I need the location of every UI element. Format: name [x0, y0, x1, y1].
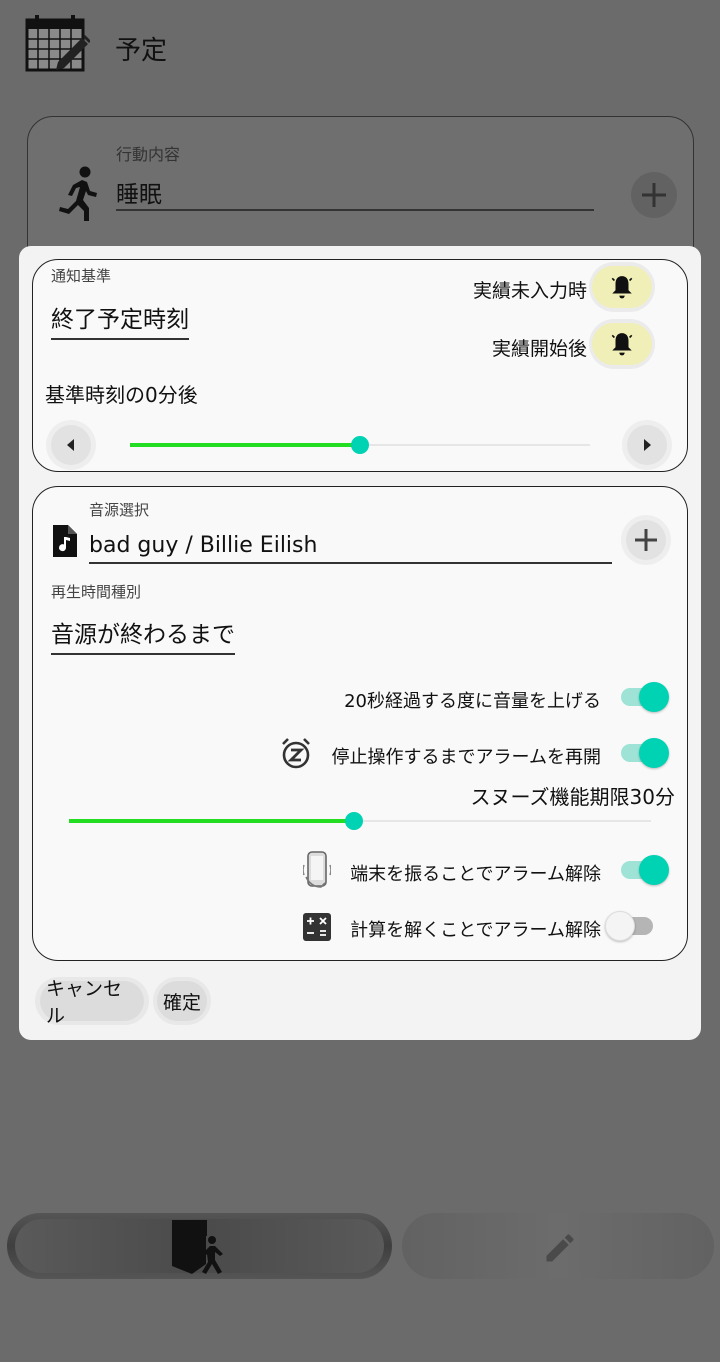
plus-icon [635, 529, 657, 551]
sound-source-select[interactable]: bad guy / Billie Eilish [89, 533, 612, 564]
offset-slider-fill [130, 443, 360, 447]
add-activity-button[interactable] [631, 172, 677, 218]
calc-toggle[interactable] [605, 909, 657, 943]
notify-card: 通知基準 終了予定時刻 実績未入力時 実績開始後 基準時刻の0分後 [32, 259, 688, 472]
offset-slider[interactable] [130, 435, 590, 455]
add-sound-button[interactable] [621, 515, 671, 565]
offset-slider-thumb[interactable] [351, 436, 369, 454]
activity-value[interactable]: 睡眠 [116, 175, 162, 209]
notify-basis-label: 通知基準 [51, 267, 112, 285]
alarm-dialog: 通知基準 終了予定時刻 実績未入力時 実績開始後 基準時刻の0分後 音源選択 b… [19, 246, 701, 1040]
bell-label-no-record: 実績未入力時 [472, 280, 587, 302]
offset-increase-button[interactable] [622, 420, 672, 470]
music-file-icon [53, 525, 77, 557]
snooze-alarm-icon [282, 738, 310, 769]
shake-phone-icon [303, 851, 331, 888]
snooze-label: 停止操作するまでアラームを再開 [331, 747, 601, 768]
snooze-limit-text: スヌーズ機能期限30分 [470, 785, 675, 809]
app-header: 予定 [0, 0, 720, 92]
activity-underline [116, 209, 594, 211]
exit-door-icon [172, 1220, 223, 1274]
calendar-edit-icon [25, 15, 90, 72]
confirm-button[interactable]: 確定 [153, 977, 211, 1025]
plus-icon [642, 183, 666, 207]
bell-toggle-no-record[interactable] [589, 262, 655, 312]
confirm-button-label: 確定 [157, 981, 207, 1021]
chevron-left-icon [67, 439, 74, 451]
sound-card: 音源選択 bad guy / Billie Eilish 再生時間種別 音源が終… [32, 486, 688, 961]
cancel-button[interactable]: キャンセル [35, 977, 149, 1027]
bell-icon [611, 276, 633, 299]
snooze-limit-slider[interactable] [69, 811, 651, 831]
shake-toggle[interactable] [617, 853, 669, 887]
cancel-button-label: キャンセル [40, 978, 144, 1027]
calculator-icon [303, 913, 331, 941]
play-type-label: 再生時間種別 [51, 583, 142, 601]
calc-label: 計算を解くことでアラーム解除 [350, 920, 601, 941]
running-person-icon [59, 166, 97, 221]
bell-label-after-start: 実績開始後 [491, 338, 587, 360]
snooze-slider-thumb[interactable] [345, 812, 364, 830]
bell-icon [611, 333, 633, 356]
volume-up-label: 20秒経過する度に音量を上げる [344, 691, 601, 712]
play-type-select[interactable]: 音源が終わるまで [51, 615, 235, 655]
chevron-right-icon [644, 439, 651, 451]
pencil-icon [546, 1234, 574, 1262]
snooze-toggle[interactable] [617, 736, 669, 770]
bell-toggle-after-start[interactable] [589, 319, 655, 369]
shake-label: 端末を振ることでアラーム解除 [350, 864, 601, 885]
sound-source-label: 音源選択 [89, 501, 150, 519]
offset-text: 基準時刻の0分後 [45, 383, 198, 407]
activity-label: 行動内容 [116, 145, 181, 164]
page-title: 予定 [115, 36, 168, 66]
offset-decrease-button[interactable] [46, 420, 96, 470]
volume-up-toggle[interactable] [617, 680, 669, 714]
snooze-slider-fill [69, 819, 355, 823]
notify-basis-select[interactable]: 終了予定時刻 [51, 300, 189, 340]
